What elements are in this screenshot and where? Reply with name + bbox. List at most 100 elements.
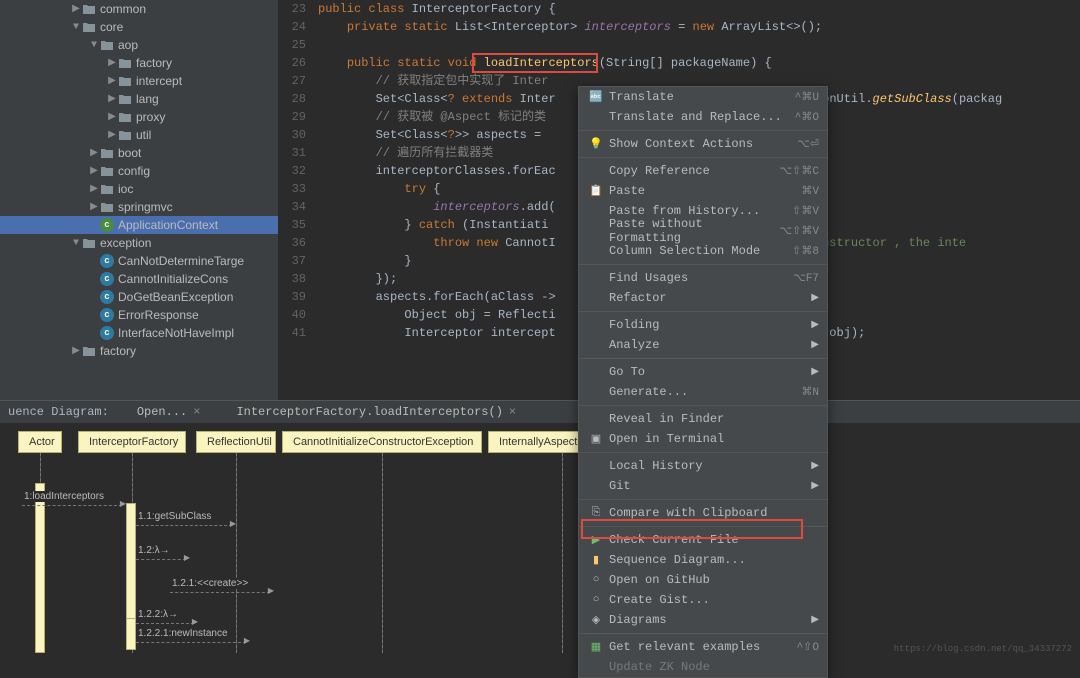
tree-item-lang[interactable]: lang <box>0 90 278 108</box>
tree-label: factory <box>136 56 172 70</box>
tree-item-cannotdeterminetarge[interactable]: cCanNotDetermineTarge <box>0 252 278 270</box>
tree-item-factory[interactable]: factory <box>0 342 278 360</box>
tree-label: aop <box>118 38 138 52</box>
code-line[interactable]: 23public class InterceptorFactory { <box>278 0 1080 18</box>
line-number: 37 <box>278 252 318 270</box>
seq-arrow <box>136 642 246 643</box>
actor-actor[interactable]: Actor <box>18 431 62 453</box>
menu-item-label: Paste without Formatting <box>609 217 780 245</box>
tree-item-common[interactable]: common <box>0 0 278 18</box>
tree-item-springmvc[interactable]: springmvc <box>0 198 278 216</box>
menu-local-history[interactable]: Local History▶ <box>579 456 827 476</box>
tree-arrow-icon[interactable] <box>106 75 118 87</box>
seq-arrow <box>136 525 232 526</box>
tree-item-exception[interactable]: exception <box>0 234 278 252</box>
tree-item-applicationcontext[interactable]: cApplicationContext <box>0 216 278 234</box>
menu-find-usages[interactable]: Find Usages⌥F7 <box>579 268 827 288</box>
tree-item-dogetbeanexception[interactable]: cDoGetBeanException <box>0 288 278 306</box>
tree-item-intercept[interactable]: intercept <box>0 72 278 90</box>
menu-shortcut: ^⌘U <box>795 90 819 104</box>
menu-go-to[interactable]: Go To▶ <box>579 362 827 382</box>
menu-folding[interactable]: Folding▶ <box>579 315 827 335</box>
menu-show-context-actions[interactable]: 💡Show Context Actions⌥⏎ <box>579 134 827 154</box>
menu-reveal-in-finder[interactable]: Reveal in Finder <box>579 409 827 429</box>
tree-arrow-icon[interactable] <box>106 57 118 69</box>
tree-item-util[interactable]: util <box>0 126 278 144</box>
tree-arrow-icon[interactable] <box>70 3 82 15</box>
project-tree[interactable]: commoncore aop factory interceptlangproxyut… <box>0 0 278 400</box>
folder-icon <box>118 75 132 87</box>
menu-separator <box>579 499 827 500</box>
seq-message[interactable]: 1.2:λ→ <box>136 545 172 556</box>
diagram-tab[interactable]: InterceptorFactory.loadInterceptors()× <box>228 403 524 421</box>
close-icon[interactable]: × <box>193 405 200 419</box>
tree-item-errorresponse[interactable]: cErrorResponse <box>0 306 278 324</box>
tree-arrow-icon[interactable] <box>106 129 118 141</box>
actor-reflectionutil[interactable]: ReflectionUtil <box>196 431 276 453</box>
tree-arrow-icon[interactable] <box>70 238 82 249</box>
close-icon[interactable]: × <box>509 405 516 419</box>
tree-item-cannotinitializecons[interactable]: cCannotInitializeCons <box>0 270 278 288</box>
submenu-arrow-icon: ▶ <box>811 366 819 378</box>
tree-arrow-icon[interactable] <box>88 147 100 159</box>
menu-item-label: Diagrams <box>609 613 803 627</box>
menu-separator <box>579 452 827 453</box>
menu-git[interactable]: Git▶ <box>579 476 827 496</box>
tree-arrow-icon[interactable] <box>88 183 100 195</box>
tree-item-aop[interactable]: aop <box>0 36 278 54</box>
tree-item-boot[interactable]: boot <box>0 144 278 162</box>
menu-open-on-github[interactable]: ○Open on GitHub <box>579 570 827 590</box>
tree-item-config[interactable]: config <box>0 162 278 180</box>
tree-label: ErrorResponse <box>118 308 199 322</box>
seq-message[interactable]: 1.2.2.1:newInstance <box>136 628 230 639</box>
code-text[interactable]: private static List<Interceptor> interce… <box>318 18 1080 36</box>
menu-item-label: Paste from History... <box>609 204 792 218</box>
diagram-canvas[interactable]: Actor InterceptorFactory ReflectionUtil Can… <box>0 423 1080 659</box>
seq-message[interactable]: 1.2.1:<<create>> <box>170 578 250 589</box>
menu-translate[interactable]: 🔤Translate^⌘U <box>579 87 827 107</box>
menu-paste-without-formatting[interactable]: Paste without Formatting⌥⇧⌘V <box>579 221 827 241</box>
tree-item-proxy[interactable]: proxy <box>0 108 278 126</box>
actor-interceptorfactory[interactable]: InterceptorFactory <box>78 431 186 453</box>
code-line[interactable]: 26 public static void loadInterceptors(S… <box>278 54 1080 72</box>
tree-arrow-icon[interactable] <box>88 40 100 51</box>
menu-diagrams[interactable]: ◈Diagrams▶ <box>579 610 827 630</box>
menu-compare-with-clipboard[interactable]: ⎘Compare with Clipboard <box>579 503 827 523</box>
code-text[interactable]: public class InterceptorFactory { <box>318 0 1080 18</box>
seq-message[interactable]: 1.1:getSubClass <box>136 511 213 522</box>
menu-separator <box>579 130 827 131</box>
seq-message[interactable]: 1:loadInterceptors <box>22 491 106 502</box>
tree-arrow-icon[interactable] <box>70 22 82 33</box>
menu-get-relevant-examples[interactable]: ▦Get relevant examples^⇧O <box>579 637 827 657</box>
tree-arrow-icon[interactable] <box>88 165 100 177</box>
code-text[interactable] <box>318 36 1080 54</box>
tree-item-factory[interactable]: factory <box>0 54 278 72</box>
menu-refactor[interactable]: Refactor▶ <box>579 288 827 308</box>
tree-arrow-icon[interactable] <box>106 111 118 123</box>
tree-arrow-icon[interactable] <box>106 93 118 105</box>
tree-item-interfacenothaveimpl[interactable]: cInterfaceNotHaveImpl <box>0 324 278 342</box>
code-text[interactable]: public static void loadInterceptors(Stri… <box>318 54 1080 72</box>
tree-arrow-icon[interactable] <box>70 345 82 357</box>
open-tab[interactable]: Open...× <box>129 403 209 421</box>
tree-arrow-icon[interactable] <box>88 201 100 213</box>
menu-analyze[interactable]: Analyze▶ <box>579 335 827 355</box>
menu-copy-reference[interactable]: Copy Reference⌥⇧⌘C <box>579 161 827 181</box>
menu-open-in-terminal[interactable]: ▣Open in Terminal <box>579 429 827 449</box>
menu-create-gist-[interactable]: ○Create Gist... <box>579 590 827 610</box>
menu-sequence-diagram-[interactable]: ▮Sequence Diagram... <box>579 550 827 570</box>
code-line[interactable]: 25 <box>278 36 1080 54</box>
folder-icon <box>100 39 114 51</box>
line-number: 35 <box>278 216 318 234</box>
menu-paste[interactable]: 📋Paste⌘V <box>579 181 827 201</box>
menu-generate-[interactable]: Generate...⌘N <box>579 382 827 402</box>
menu-item-icon: 📋 <box>587 184 605 198</box>
actor-cannotinitializeconstructorexception[interactable]: CannotInitializeConstructorException <box>282 431 482 453</box>
menu-translate-and-replace-[interactable]: Translate and Replace...^⌘O <box>579 107 827 127</box>
code-line[interactable]: 24 private static List<Interceptor> inte… <box>278 18 1080 36</box>
tree-item-ioc[interactable]: ioc <box>0 180 278 198</box>
tree-item-core[interactable]: core <box>0 18 278 36</box>
menu-check-current-file[interactable]: ▶Check Current File <box>579 530 827 550</box>
seq-message[interactable]: 1.2.2:λ→ <box>136 609 180 620</box>
menu-column-selection-mode[interactable]: Column Selection Mode⇧⌘8 <box>579 241 827 261</box>
